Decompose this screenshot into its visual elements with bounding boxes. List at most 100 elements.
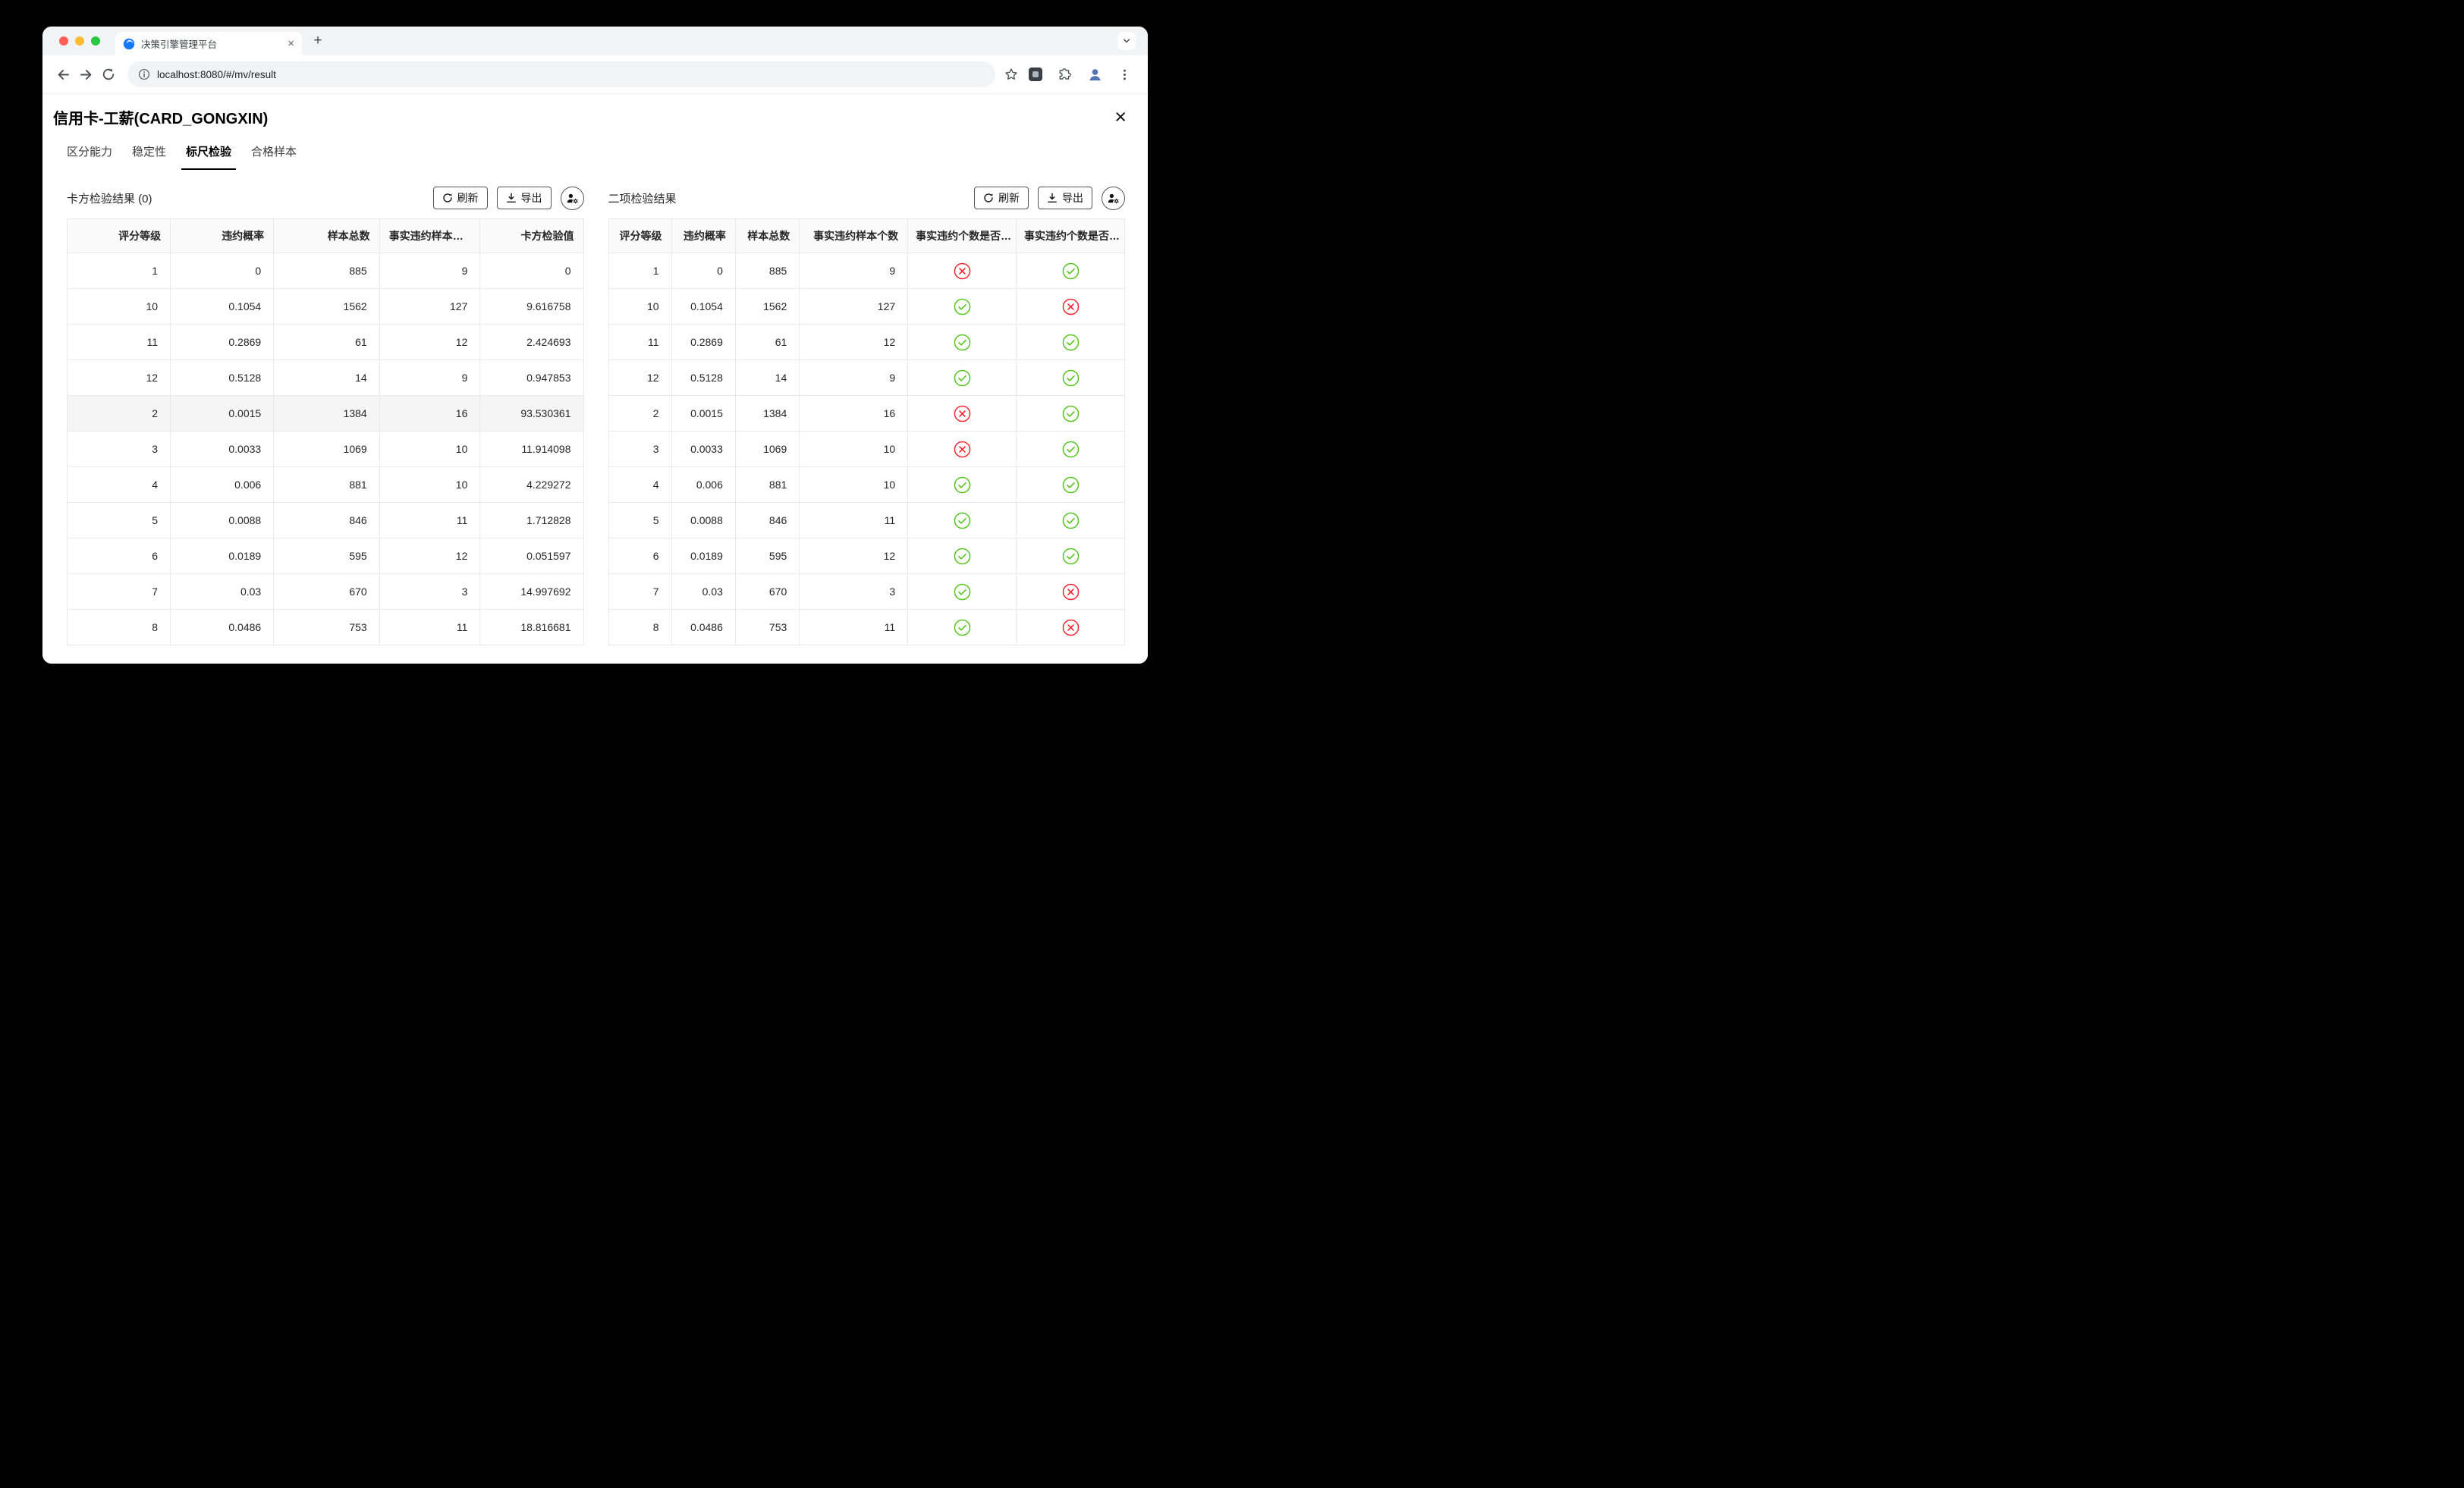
cell: 9 bbox=[800, 253, 908, 289]
cell: 4 bbox=[68, 467, 171, 503]
tabs-nav: 区分能力 稳定性 标尺检验 合格样本 bbox=[42, 134, 1148, 170]
pass-icon-cell bbox=[1017, 396, 1125, 432]
cell: 0.0033 bbox=[671, 432, 735, 467]
cell: 3 bbox=[800, 574, 908, 610]
check-circle-icon bbox=[954, 476, 971, 494]
check-circle-icon bbox=[1062, 476, 1080, 494]
check-circle-icon bbox=[1062, 262, 1080, 280]
window-minimize-button[interactable] bbox=[75, 36, 84, 46]
pass-icon-cell bbox=[908, 325, 1017, 360]
tab-item-scale-test[interactable]: 标尺检验 bbox=[186, 134, 231, 170]
cell: 846 bbox=[735, 503, 799, 538]
table-row[interactable]: 20.001513841693.530361 bbox=[68, 396, 584, 432]
tab-favicon bbox=[123, 38, 135, 50]
panel-title: 卡方检验结果 (0) bbox=[67, 190, 152, 206]
table-row[interactable]: 50.008884611 bbox=[608, 503, 1125, 538]
check-circle-icon bbox=[1062, 334, 1080, 351]
cell: 670 bbox=[735, 574, 799, 610]
profile-avatar-icon bbox=[1087, 67, 1103, 83]
pass-icon-cell bbox=[908, 503, 1017, 538]
reload-button[interactable] bbox=[97, 63, 120, 86]
table-row[interactable]: 30.0033106910 bbox=[608, 432, 1125, 467]
cell: 0.0486 bbox=[171, 610, 274, 645]
cell: 1.712828 bbox=[480, 503, 583, 538]
url-bar[interactable]: localhost:8080/#/mv/result bbox=[127, 61, 995, 87]
table-row[interactable]: 80.04867531118.816681 bbox=[68, 610, 584, 645]
table-row[interactable]: 110.286961122.424693 bbox=[68, 325, 584, 360]
pass-icon-cell bbox=[908, 610, 1017, 645]
export-button[interactable]: 导出 bbox=[1038, 187, 1092, 209]
table-row[interactable]: 70.036703 bbox=[608, 574, 1125, 610]
cell: 11 bbox=[800, 503, 908, 538]
tab-item-qualified-sample[interactable]: 合格样本 bbox=[251, 134, 297, 170]
cell: 0 bbox=[171, 253, 274, 289]
cell: 12 bbox=[800, 325, 908, 360]
check-circle-icon bbox=[1062, 441, 1080, 458]
browser-window: 决策引擎管理平台 × + bbox=[42, 27, 1148, 664]
profile-button[interactable] bbox=[1083, 63, 1106, 86]
page-close-button[interactable]: × bbox=[1113, 107, 1128, 127]
cell: 0.006 bbox=[171, 467, 274, 503]
refresh-button[interactable]: 刷新 bbox=[433, 187, 488, 209]
export-button[interactable]: 导出 bbox=[497, 187, 552, 209]
cell: 12 bbox=[800, 538, 908, 574]
table-row[interactable]: 60.0189595120.051597 bbox=[68, 538, 584, 574]
column-header: 违约概率 bbox=[671, 219, 735, 253]
refresh-button[interactable]: 刷新 bbox=[974, 187, 1029, 209]
table-row[interactable]: 50.0088846111.712828 bbox=[68, 503, 584, 538]
check-circle-icon bbox=[954, 512, 971, 529]
cell: 0.0486 bbox=[671, 610, 735, 645]
tab-item-stability[interactable]: 稳定性 bbox=[132, 134, 166, 170]
tab-close-icon[interactable]: × bbox=[288, 38, 294, 49]
cell: 0.0189 bbox=[671, 538, 735, 574]
extension-shortcut-button[interactable] bbox=[1024, 63, 1047, 86]
table-row[interactable]: 30.003310691011.914098 bbox=[68, 432, 584, 467]
table-row[interactable]: 40.00688110 bbox=[608, 467, 1125, 503]
column-settings-button[interactable] bbox=[1102, 187, 1125, 210]
cell: 7 bbox=[68, 574, 171, 610]
window-close-button[interactable] bbox=[59, 36, 68, 46]
table-row[interactable]: 20.0015138416 bbox=[608, 396, 1125, 432]
extensions-button[interactable] bbox=[1054, 63, 1076, 86]
cell: 1 bbox=[608, 253, 671, 289]
cell: 1069 bbox=[274, 432, 380, 467]
fail-icon-cell bbox=[908, 432, 1017, 467]
window-zoom-button[interactable] bbox=[91, 36, 100, 46]
table-header-row: 评分等级违约概率样本总数事实违约样本个数事实违约个数是否小…事实违约个数是否大… bbox=[608, 219, 1125, 253]
cell: 10 bbox=[608, 289, 671, 325]
table-row[interactable]: 70.03670314.997692 bbox=[68, 574, 584, 610]
table-row[interactable]: 40.006881104.229272 bbox=[68, 467, 584, 503]
table-row[interactable]: 108859 bbox=[608, 253, 1125, 289]
browser-menu-button[interactable] bbox=[1113, 63, 1136, 86]
table-row[interactable]: 80.048675311 bbox=[608, 610, 1125, 645]
cell: 0.006 bbox=[671, 467, 735, 503]
table-row[interactable]: 60.018959512 bbox=[608, 538, 1125, 574]
table-row[interactable]: 120.51281490.947853 bbox=[68, 360, 584, 396]
new-tab-button[interactable]: + bbox=[308, 31, 328, 51]
browser-tab[interactable]: 决策引擎管理平台 × bbox=[115, 32, 302, 55]
site-info-icon[interactable] bbox=[138, 68, 150, 80]
cell: 1384 bbox=[274, 396, 380, 432]
table-row[interactable]: 110.28696112 bbox=[608, 325, 1125, 360]
cell: 753 bbox=[735, 610, 799, 645]
table-row[interactable]: 1088590 bbox=[68, 253, 584, 289]
tab-search-button[interactable] bbox=[1117, 32, 1136, 50]
bookmark-button[interactable] bbox=[1000, 63, 1023, 86]
column-settings-button[interactable] bbox=[561, 187, 584, 210]
table-row[interactable]: 100.10541562127 bbox=[608, 289, 1125, 325]
check-circle-icon bbox=[954, 583, 971, 601]
cell: 0.0015 bbox=[171, 396, 274, 432]
tab-item-discrimination[interactable]: 区分能力 bbox=[67, 134, 112, 170]
cell: 1562 bbox=[735, 289, 799, 325]
cell: 0.051597 bbox=[480, 538, 583, 574]
forward-button[interactable] bbox=[74, 63, 97, 86]
pass-icon-cell bbox=[1017, 432, 1125, 467]
table-row[interactable]: 100.105415621279.616758 bbox=[68, 289, 584, 325]
check-circle-icon bbox=[954, 298, 971, 315]
cell: 10 bbox=[379, 467, 480, 503]
cell: 5 bbox=[608, 503, 671, 538]
table-row[interactable]: 120.5128149 bbox=[608, 360, 1125, 396]
back-button[interactable] bbox=[52, 63, 74, 86]
cell: 10 bbox=[800, 432, 908, 467]
traffic-lights bbox=[59, 36, 100, 46]
